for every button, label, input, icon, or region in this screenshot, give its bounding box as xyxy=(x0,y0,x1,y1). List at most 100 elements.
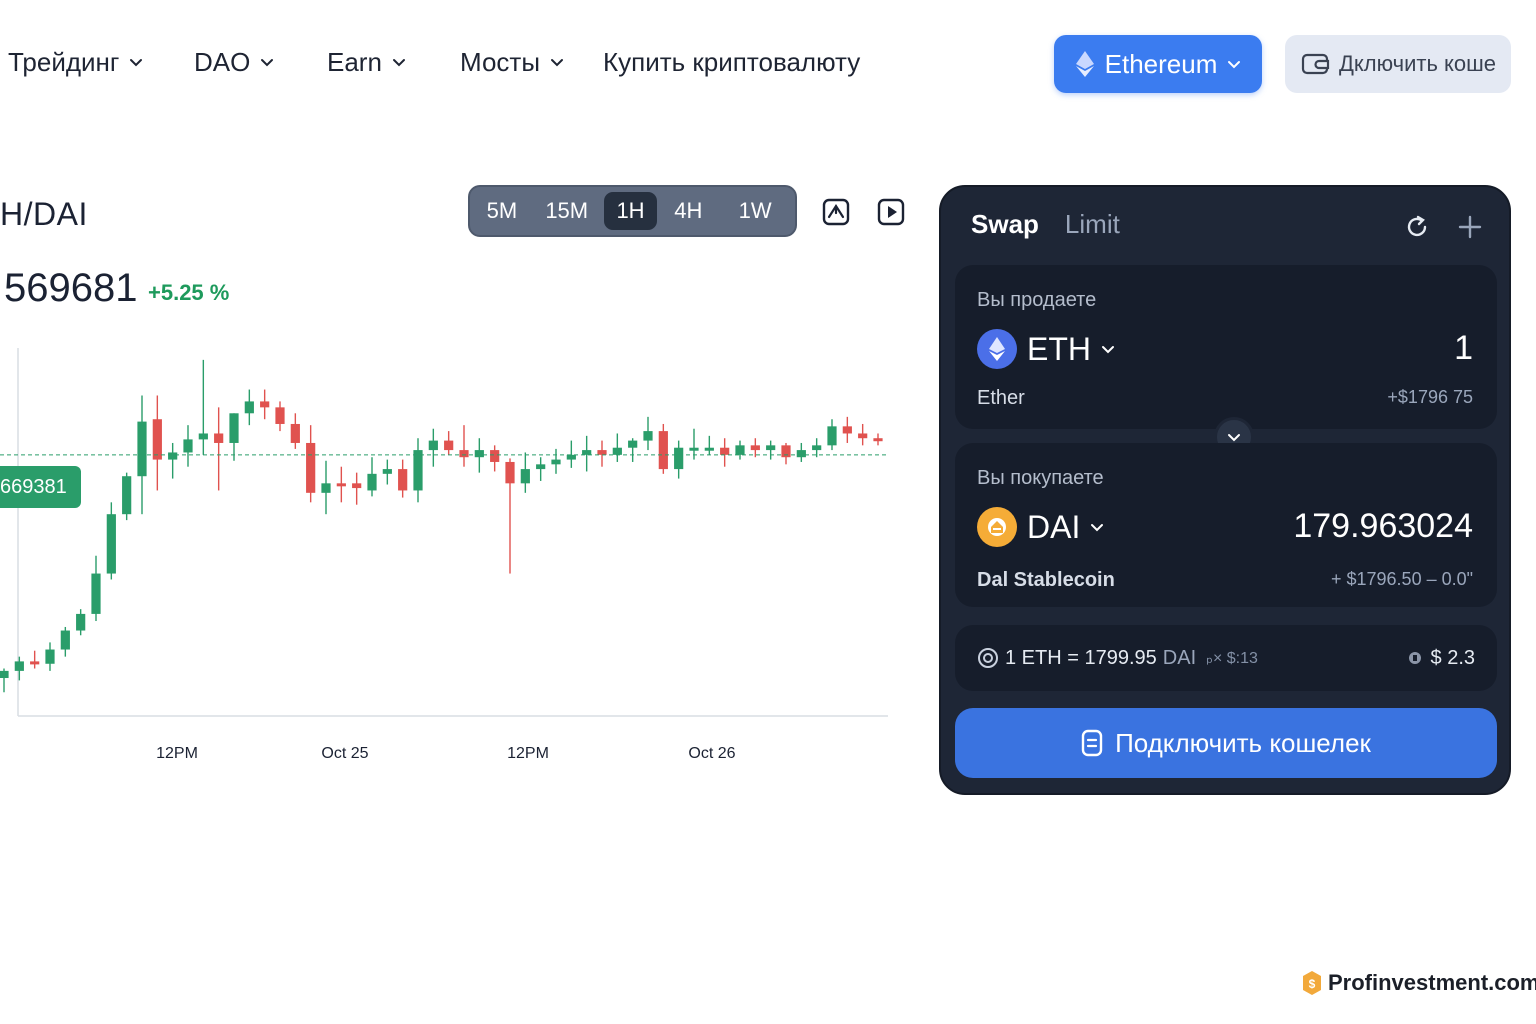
watermark-logo-icon: $ xyxy=(1303,971,1321,995)
candle-body xyxy=(290,423,300,443)
candle-body xyxy=(796,450,806,458)
x-tick-label: 12PM xyxy=(507,745,549,762)
candle-body xyxy=(858,433,868,439)
candle-body xyxy=(183,439,193,453)
rate-info-icon xyxy=(978,648,998,668)
candle-body xyxy=(398,469,408,491)
plus-icon[interactable] xyxy=(1456,213,1484,241)
nav-earn[interactable]: Earn xyxy=(327,44,406,80)
nav-trading-label: Трейдинг xyxy=(8,46,120,77)
candle-down xyxy=(658,423,668,474)
sell-usd-value: +$1796 75 xyxy=(1387,387,1473,407)
nav-trading[interactable]: Трейдинг xyxy=(8,44,143,80)
buy-token-name: Dal Stablecoin xyxy=(977,569,1115,591)
candle-body xyxy=(735,445,745,455)
candle-up xyxy=(796,442,806,462)
candle-body xyxy=(689,447,699,451)
wallet-card-icon xyxy=(1081,729,1103,757)
chevron-down-icon xyxy=(130,59,143,67)
candle-down xyxy=(459,425,469,467)
exchange-rate-text: 1 ETH = 1799.95 xyxy=(1005,646,1157,669)
candle-up xyxy=(428,428,438,467)
nav-dao[interactable]: DAO xyxy=(194,44,274,80)
refresh-icon[interactable] xyxy=(1403,213,1431,241)
candle-body xyxy=(536,464,546,470)
tab-limit[interactable]: Limit xyxy=(1065,209,1120,240)
sell-token-selector[interactable]: ETH xyxy=(977,329,1115,369)
candle-down xyxy=(336,466,346,503)
sell-panel: Вы продаете ETH Ether +$1796 75 xyxy=(955,265,1497,429)
candle-body xyxy=(60,630,70,650)
candle-body xyxy=(551,459,561,465)
candle-down xyxy=(873,433,883,446)
candle-up xyxy=(321,460,331,515)
candle-body xyxy=(321,483,331,493)
buy-label: Вы покупаете xyxy=(977,467,1104,489)
candle-body xyxy=(658,431,668,470)
candle-up xyxy=(122,472,132,521)
candle-up xyxy=(827,419,837,451)
candle-body xyxy=(827,426,837,446)
timeframe-5m[interactable]: 5M xyxy=(474,192,530,230)
candle-up xyxy=(643,416,653,451)
candle-up xyxy=(551,448,561,474)
timeframe-4h[interactable]: 4H xyxy=(657,192,719,230)
candle-body xyxy=(842,426,852,434)
watermark-text: Profinvestment.com xyxy=(1328,970,1536,995)
candle-up xyxy=(582,435,592,472)
ethereum-icon xyxy=(1075,51,1094,77)
candle-down xyxy=(781,442,791,465)
nav-buy-crypto[interactable]: Купить криптовалюту xyxy=(603,44,860,80)
x-tick-label: Oct 26 xyxy=(688,745,735,762)
chart-type-icon[interactable] xyxy=(822,198,850,226)
candle-body xyxy=(168,452,178,460)
tab-swap[interactable]: Swap xyxy=(971,209,1039,240)
candle-body xyxy=(704,447,714,451)
nav-bridges-label: Мосты xyxy=(460,46,541,77)
candle-up xyxy=(536,457,546,481)
play-replay-icon[interactable] xyxy=(877,198,905,226)
swap-tabs: Swap Limit xyxy=(971,209,1120,240)
chevron-down-icon xyxy=(392,59,405,67)
timeframe-1w[interactable]: 1W xyxy=(719,192,791,230)
candle-up xyxy=(413,438,423,503)
timeframe-1h[interactable]: 1H xyxy=(603,192,658,230)
candle-up xyxy=(60,626,70,657)
candle-body xyxy=(229,413,239,443)
candle-up xyxy=(612,433,622,462)
candle-body xyxy=(137,421,147,477)
network-selector-button[interactable]: Ethereum xyxy=(1054,35,1262,93)
candle-body xyxy=(520,469,530,484)
candle-up xyxy=(183,425,193,467)
price-change: +5.25 % xyxy=(148,280,230,305)
current-price: 569681 xyxy=(4,266,138,310)
app-root: Трейдинг DAO Earn Мосты Купить криптовал… xyxy=(0,0,1536,1024)
buy-panel: Вы покупаете DAI Dal Stablecoin + $1796.… xyxy=(955,443,1497,607)
candle-body xyxy=(597,450,607,455)
candle-up xyxy=(382,459,392,485)
nav-bridges[interactable]: Мосты xyxy=(460,44,564,80)
buy-token-selector[interactable]: DAI xyxy=(977,507,1104,547)
connect-wallet-button[interactable]: Подключить кошелек xyxy=(955,708,1497,778)
candle-body xyxy=(413,450,423,491)
chevron-down-icon xyxy=(261,59,274,67)
candle-body xyxy=(0,670,9,679)
candle-body xyxy=(720,447,730,455)
candle-down xyxy=(720,438,730,467)
candlestick-chart[interactable]: 12PM Oct 25 12PM Oct 26 xyxy=(0,330,900,770)
buy-amount-input[interactable] xyxy=(1173,507,1473,546)
sell-amount-input[interactable] xyxy=(1233,329,1473,368)
chevron-down-icon xyxy=(1091,524,1104,532)
candle-down xyxy=(214,407,224,491)
candle-body xyxy=(260,401,270,408)
candle-body xyxy=(582,450,592,455)
candle-body xyxy=(367,473,377,491)
candle-body xyxy=(444,440,454,451)
connect-wallet-header-button[interactable]: Дключить коше xyxy=(1285,35,1511,93)
candle-down xyxy=(444,431,454,455)
candle-body xyxy=(505,461,515,484)
timeframe-15m[interactable]: 15M xyxy=(530,192,604,230)
exchange-rate-bar[interactable]: 1 ETH = 1799.95 DAI ₚ× $:13 $ 2.3 xyxy=(955,625,1497,691)
candle-up xyxy=(244,389,254,426)
candle-up xyxy=(766,440,776,460)
